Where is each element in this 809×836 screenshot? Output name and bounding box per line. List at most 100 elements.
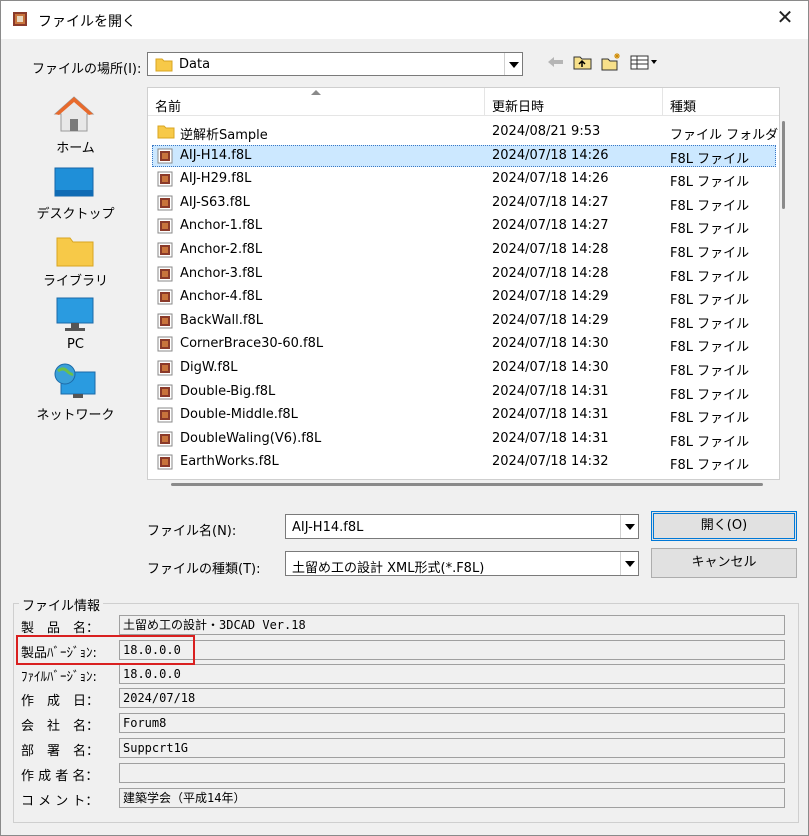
file-row[interactable]: Anchor-3.f8L 2024/07/18 14:28 F8L ファイル [148, 263, 779, 285]
file-row[interactable]: Double-Middle.f8L 2024/07/18 14:31 F8L ファイ… [148, 404, 779, 426]
places-bar: ホーム デスクトップ ライブラリ PC ネットワーク [13, 85, 138, 475]
filetype-label: ファイルの種類(T): [147, 562, 261, 577]
filename-value[interactable]: AIJ-H14.f8L [292, 520, 363, 535]
back-arrow-icon[interactable] [545, 52, 567, 72]
place-network[interactable]: ネットワーク [13, 360, 138, 426]
file-name: Anchor-2.f8L [180, 242, 263, 257]
location-combo[interactable]: Data [147, 52, 523, 76]
file-list[interactable]: 名前 更新日時 種類 逆解析Sample 2024/08/21 9:53 ファイル … [147, 87, 780, 480]
f8l-file-icon [157, 218, 173, 234]
file-type: F8L ファイル [670, 434, 750, 450]
f8l-file-icon [157, 171, 173, 187]
file-row[interactable]: AIJ-H29.f8L 2024/07/18 14:26 F8L ファイル [148, 168, 779, 191]
file-name: Anchor-4.f8L [180, 289, 263, 305]
info-value: 建築学会（平成14年） [119, 788, 785, 808]
column-header-type[interactable]: 種類 [670, 96, 696, 115]
filename-combo[interactable]: AIJ-H14.f8L [285, 514, 639, 539]
file-type: F8L ファイル [670, 151, 750, 167]
desktop-icon [54, 167, 94, 197]
file-date: 2024/07/18 14:29 [492, 289, 609, 305]
info-value: 18.0.0.0 [119, 664, 785, 684]
filename-dropdown-button[interactable] [620, 515, 638, 538]
place-label-library: ライブラリ [42, 274, 108, 289]
file-date: 2024/07/18 14:29 [492, 312, 609, 328]
file-row[interactable]: CornerBrace30-60.f8L 2024/07/18 14:30 F8L … [148, 333, 779, 356]
info-label: 作 成 者 名： [21, 769, 99, 784]
file-date: 2024/07/18 14:26 [492, 171, 609, 187]
file-row[interactable]: Anchor-2.f8L 2024/07/18 14:28 F8L ファイル [148, 239, 779, 261]
file-row[interactable]: EarthWorks.f8L 2024/07/18 14:32 F8L ファイル [148, 451, 779, 474]
file-type: F8L ファイル [670, 387, 750, 403]
file-date: 2024/07/18 14:27 [492, 194, 609, 210]
column-header-date[interactable]: 更新日時 [492, 96, 544, 115]
cancel-button[interactable]: キャンセル [651, 548, 797, 578]
place-library[interactable]: ライブラリ [13, 225, 138, 291]
place-label-desktop: デスクトップ [36, 207, 115, 222]
file-row[interactable]: Double-Big.f8L 2024/07/18 14:31 F8L ファイル [148, 381, 779, 403]
file-name: Anchor-3.f8L [180, 265, 263, 281]
window-title: ファイルを開く [38, 14, 136, 30]
highlight-box [16, 635, 195, 665]
f8l-file-icon [157, 431, 173, 447]
file-row[interactable]: BackWall.f8L 2024/07/18 14:29 F8L ファイル [148, 310, 779, 332]
up-folder-icon[interactable] [572, 52, 594, 72]
network-globe-icon [54, 363, 96, 398]
file-info-title: ファイル情報 [19, 595, 104, 614]
file-row[interactable]: DigW.f8L 2024/07/18 14:30 F8L ファイル [148, 357, 779, 379]
location-dropdown-button[interactable] [504, 53, 522, 75]
column-separator [484, 88, 485, 116]
column-separator [662, 88, 663, 116]
view-menu-icon[interactable] [629, 52, 661, 72]
file-type: F8L ファイル [670, 175, 750, 191]
file-row[interactable]: AIJ-S63.f8L 2024/07/18 14:27 F8L ファイル [148, 192, 779, 214]
file-list-vertical-scrollbar[interactable] [778, 115, 788, 475]
new-folder-icon[interactable] [600, 52, 622, 72]
file-row[interactable]: 逆解析Sample 2024/08/21 9:53 ファイル フォルダー [148, 121, 779, 143]
file-row[interactable]: Anchor-1.f8L 2024/07/18 14:27 F8L ファイル [148, 215, 779, 237]
app-icon [13, 12, 27, 26]
file-name: AIJ-H14.f8L [180, 147, 252, 163]
file-row[interactable]: Anchor-4.f8L 2024/07/18 14:29 F8L ファイル [148, 286, 779, 308]
file-date: 2024/07/18 14:30 [492, 360, 609, 375]
open-button[interactable]: 開く(O) [651, 511, 797, 541]
file-list-horizontal-scrollbar[interactable] [171, 483, 763, 486]
filetype-combo[interactable]: 土留め工の設計 XML形式(*.F8L) [285, 551, 639, 576]
library-folder-icon [56, 237, 94, 267]
filetype-dropdown-button[interactable] [620, 552, 638, 575]
f8l-file-icon [157, 313, 173, 329]
file-type: F8L ファイル [670, 246, 750, 261]
f8l-file-icon [157, 407, 173, 423]
file-date: 2024/07/18 14:28 [492, 265, 609, 281]
file-date: 2024/07/18 14:32 [492, 454, 609, 470]
file-name: Double-Middle.f8L [180, 407, 298, 423]
cancel-button-label: キャンセル [691, 555, 757, 570]
file-row[interactable]: AIJ-H14.f8L 2024/07/18 14:26 F8L ファイル [148, 144, 779, 167]
file-date: 2024/07/18 14:30 [492, 336, 609, 352]
place-pc[interactable]: PC [13, 295, 138, 355]
f8l-file-icon [157, 148, 173, 164]
place-desktop[interactable]: デスクトップ [13, 155, 138, 222]
file-name: DoubleWaling(V6).f8L [180, 430, 322, 446]
vertical-scroll-thumb[interactable] [782, 121, 785, 209]
file-list-header: 名前 更新日時 種類 [148, 88, 779, 116]
info-value: 土留め工の設計・3DCAD Ver.18 [119, 615, 785, 635]
f8l-file-icon [157, 242, 173, 258]
file-type: F8L ファイル [670, 458, 750, 474]
file-name: 逆解析Sample [180, 128, 268, 143]
title-bar: ファイルを開く ✕ [1, 1, 808, 39]
file-type: F8L ファイル [670, 340, 750, 356]
place-label-pc: PC [67, 337, 84, 352]
file-date: 2024/07/18 14:31 [492, 430, 609, 446]
file-name: AIJ-H29.f8L [180, 171, 252, 187]
f8l-file-icon [157, 336, 173, 352]
home-icon [53, 96, 95, 132]
place-label-network: ネットワーク [36, 408, 115, 423]
f8l-file-icon [157, 454, 173, 470]
column-header-name[interactable]: 名前 [155, 96, 181, 115]
close-button[interactable]: ✕ [762, 1, 808, 33]
file-row[interactable]: DoubleWaling(V6).f8L 2024/07/18 14:31 F8L … [148, 428, 779, 450]
file-name: CornerBrace30-60.f8L [180, 336, 324, 352]
place-home[interactable]: ホーム [13, 85, 138, 156]
open-button-label: 開く(O) [700, 518, 748, 533]
info-value [119, 763, 785, 783]
